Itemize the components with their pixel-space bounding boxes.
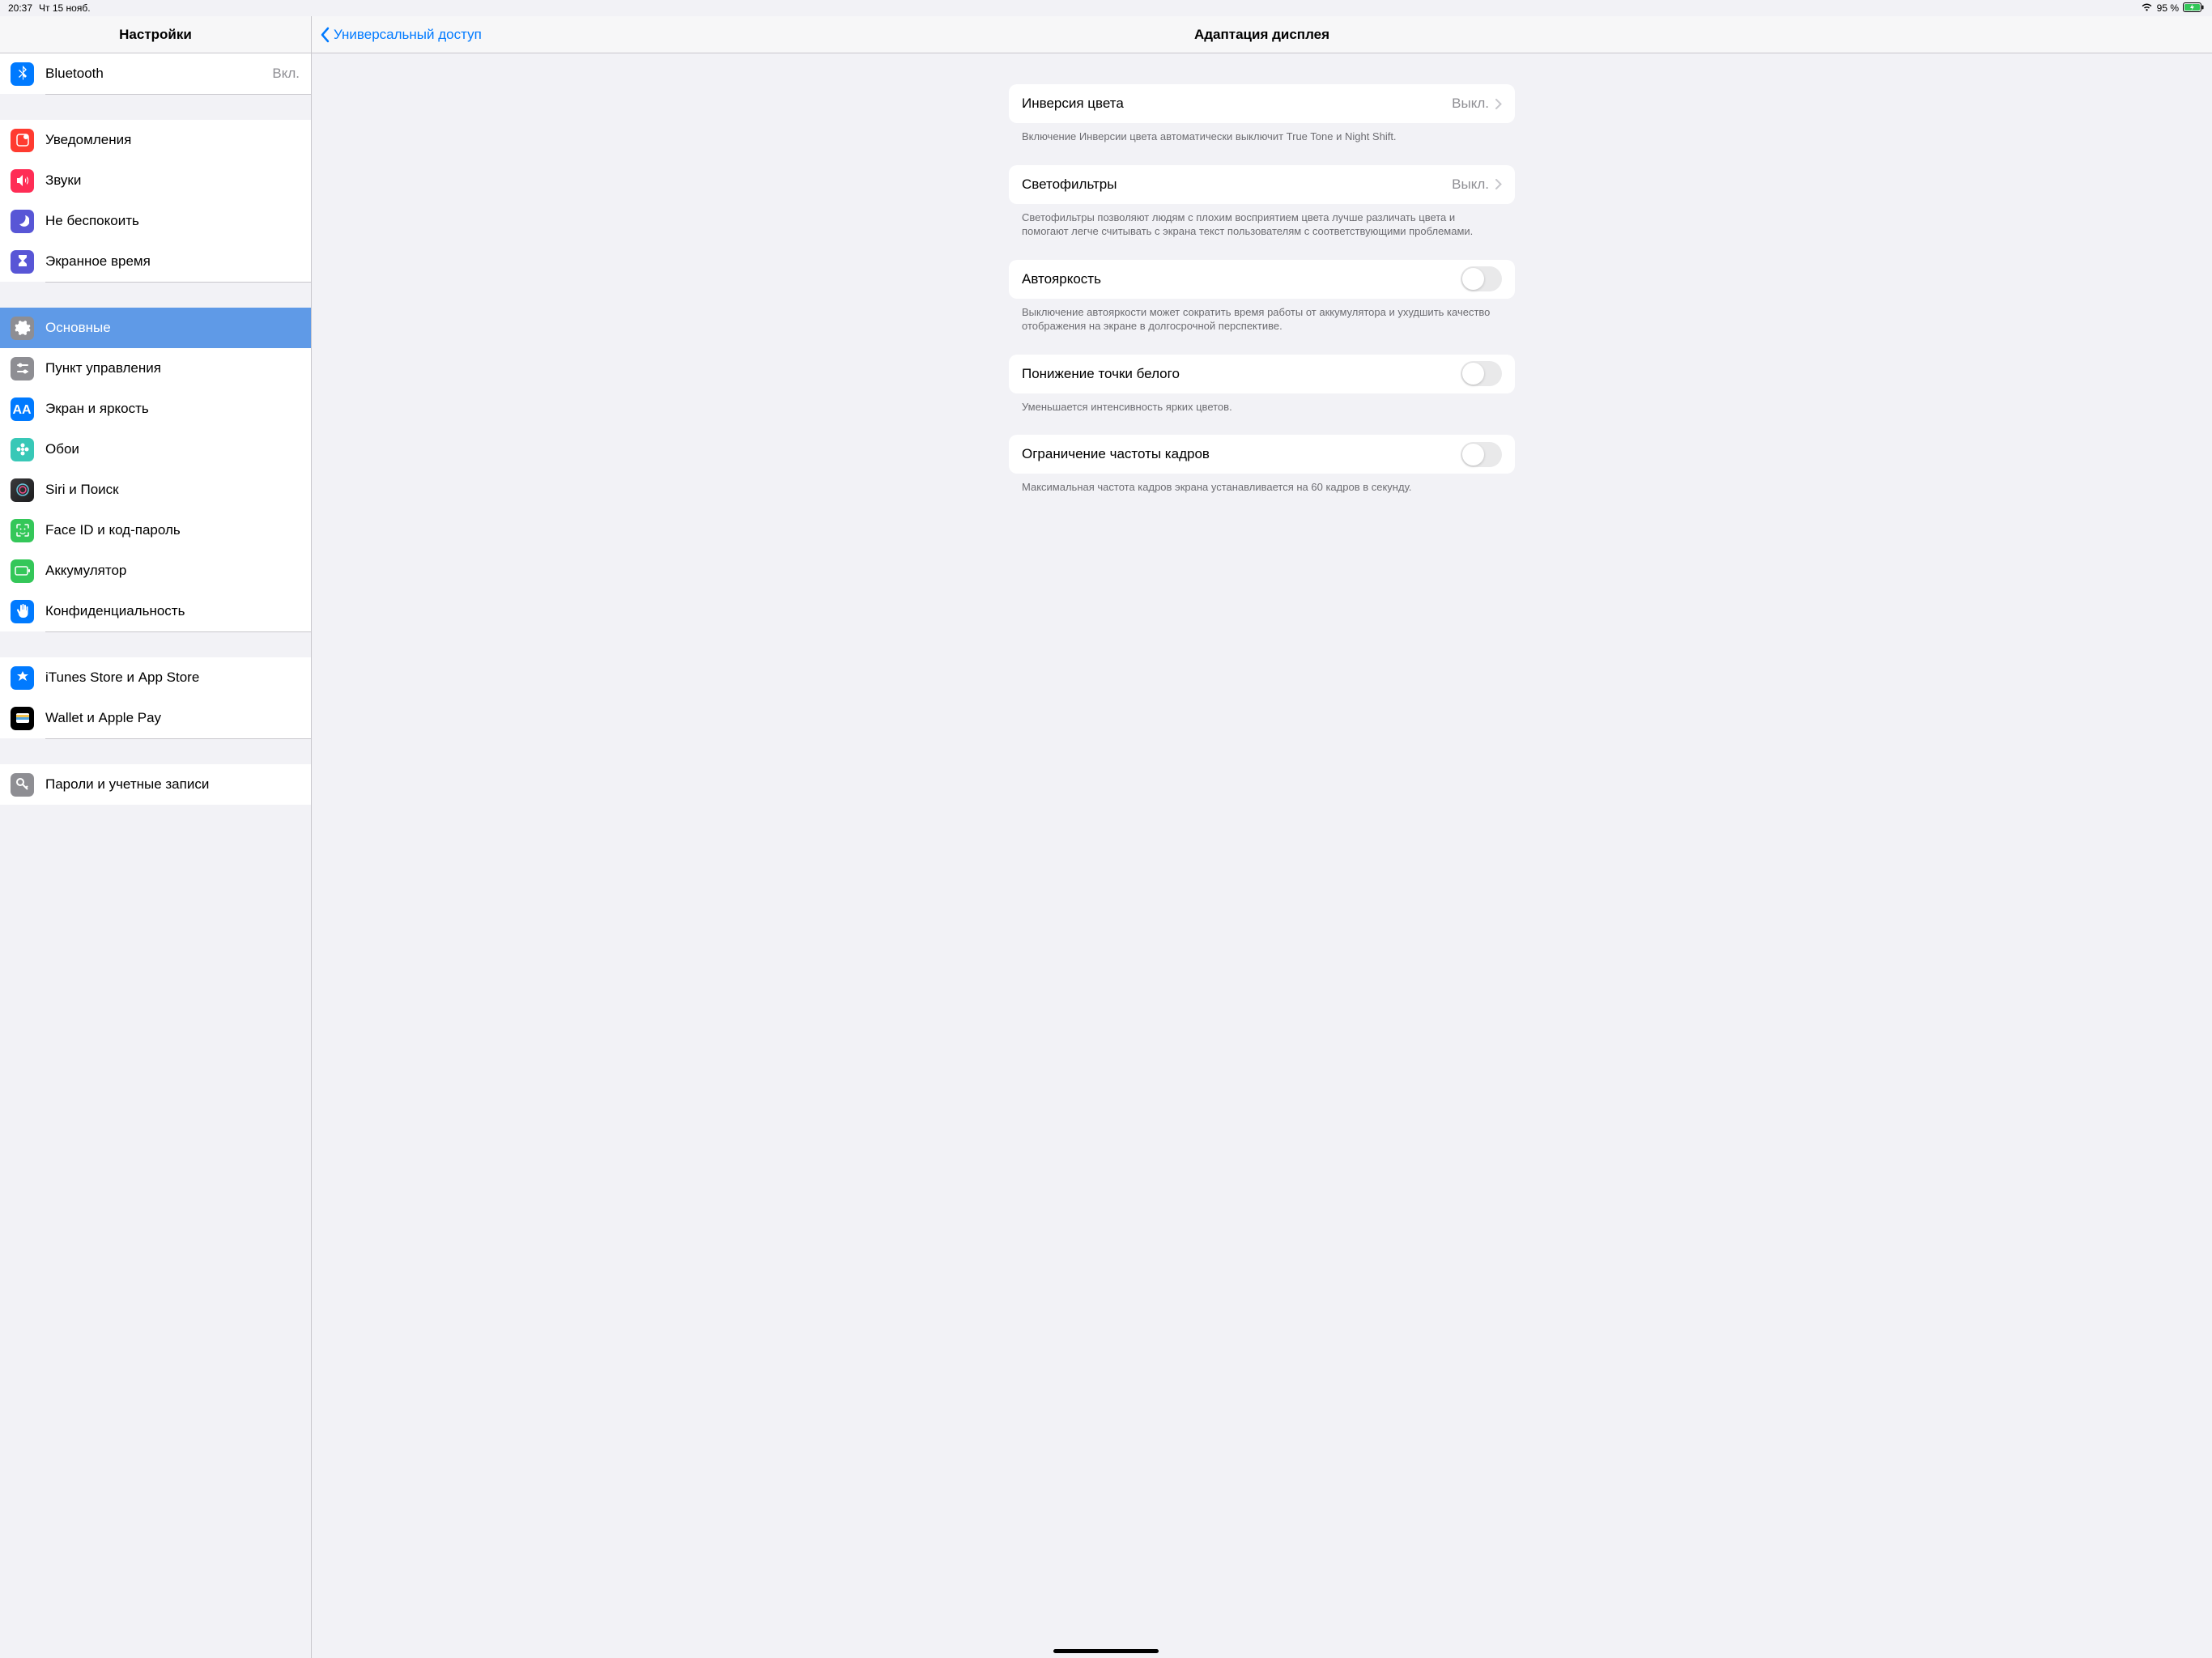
sidebar-item-label: Bluetooth xyxy=(45,66,104,82)
sidebar: Настройки Bluetooth Вкл. Уведомления Звуки Н… xyxy=(0,16,312,1658)
settings-row[interactable]: Автояркость xyxy=(1009,260,1515,299)
sidebar-item[interactable]: Пункт управления xyxy=(0,348,311,389)
chevron-right-icon xyxy=(1495,179,1502,189)
face-icon xyxy=(11,519,34,542)
row-label: Ограничение частоты кадров xyxy=(1022,446,1210,462)
row-footer: Светофильтры позволяют людям с плохим во… xyxy=(1009,204,1515,260)
sidebar-item-value: Вкл. xyxy=(272,66,300,82)
gear-icon xyxy=(11,317,34,340)
status-time: 20:37 xyxy=(8,2,32,14)
sidebar-item[interactable]: Основные xyxy=(0,308,311,348)
row-label: Понижение точки белого xyxy=(1022,366,1180,382)
sidebar-item-label: Основные xyxy=(45,320,111,336)
sidebar-list[interactable]: Bluetooth Вкл. Уведомления Звуки Не беспокои… xyxy=(0,53,311,805)
detail-pane: Универсальный доступ Адаптация дисплея И… xyxy=(312,16,2212,1658)
row-footer: Включение Инверсии цвета автоматически в… xyxy=(1009,123,1515,165)
settings-row[interactable]: Ограничение частоты кадров xyxy=(1009,435,1515,474)
back-button[interactable]: Универсальный доступ xyxy=(320,27,482,43)
chevron-right-icon xyxy=(1495,99,1502,109)
toggle-switch[interactable] xyxy=(1461,442,1502,467)
sidebar-item-label: Пароли и учетные записи xyxy=(45,776,209,793)
settings-row[interactable]: Светофильтры Выкл. xyxy=(1009,165,1515,204)
sidebar-item-label: Экранное время xyxy=(45,253,151,270)
sidebar-item-label: Уведомления xyxy=(45,132,131,148)
notif-icon xyxy=(11,129,34,152)
status-bar: 20:37 Чт 15 нояб. 95 % xyxy=(0,0,2212,16)
sidebar-item[interactable]: Пароли и учетные записи xyxy=(0,764,311,805)
sidebar-item[interactable]: Wallet и Apple Pay xyxy=(0,698,311,738)
status-battery-pct: 95 % xyxy=(2157,2,2179,14)
row-value: Выкл. xyxy=(1452,96,1489,112)
sidebar-item-label: Аккумулятор xyxy=(45,563,126,579)
moon-icon xyxy=(11,210,34,233)
detail-title: Адаптация дисплея xyxy=(312,27,2212,43)
sidebar-header: Настройки xyxy=(0,16,311,53)
svg-text:AA: AA xyxy=(12,403,32,417)
sidebar-item-label: iTunes Store и App Store xyxy=(45,670,199,686)
toggle-switch[interactable] xyxy=(1461,266,1502,291)
sidebar-item-label: Обои xyxy=(45,441,79,457)
siri-icon xyxy=(11,478,34,502)
flower-icon xyxy=(11,438,34,461)
row-footer: Уменьшается интенсивность ярких цветов. xyxy=(1009,393,1515,436)
hand-icon xyxy=(11,600,34,623)
hourglass-icon xyxy=(11,250,34,274)
sidebar-item[interactable]: Face ID и код-пароль xyxy=(0,510,311,551)
sidebar-item-label: Звуки xyxy=(45,172,81,189)
sidebar-item[interactable]: Bluetooth Вкл. xyxy=(0,53,311,94)
detail-header: Универсальный доступ Адаптация дисплея xyxy=(312,16,2212,53)
toggle-switch[interactable] xyxy=(1461,361,1502,386)
sidebar-item[interactable]: Уведомления xyxy=(0,120,311,160)
cc-icon xyxy=(11,357,34,380)
row-label: Автояркость xyxy=(1022,271,1101,287)
home-indicator xyxy=(1053,1649,1159,1653)
sidebar-item[interactable]: Конфиденциальность xyxy=(0,591,311,631)
back-label: Универсальный доступ xyxy=(334,27,482,43)
sidebar-item-label: Конфиденциальность xyxy=(45,603,185,619)
settings-row[interactable]: Инверсия цвета Выкл. xyxy=(1009,84,1515,123)
sidebar-item-label: Экран и яркость xyxy=(45,401,149,417)
bluetooth-icon xyxy=(11,62,34,86)
sidebar-item[interactable]: Аккумулятор xyxy=(0,551,311,591)
battery-icon xyxy=(2183,2,2204,15)
wallet-icon xyxy=(11,707,34,730)
store-icon xyxy=(11,666,34,690)
sidebar-title: Настройки xyxy=(119,27,192,43)
row-label: Светофильтры xyxy=(1022,176,1117,193)
sidebar-item-label: Siri и Поиск xyxy=(45,482,119,498)
sidebar-item[interactable]: Обои xyxy=(0,429,311,470)
settings-row[interactable]: Понижение точки белого xyxy=(1009,355,1515,393)
sidebar-item[interactable]: AA Экран и яркость xyxy=(0,389,311,429)
sidebar-item-label: Wallet и Apple Pay xyxy=(45,710,161,726)
row-value: Выкл. xyxy=(1452,176,1489,193)
sidebar-item[interactable]: iTunes Store и App Store xyxy=(0,657,311,698)
row-footer: Выключение автояркости может сократить в… xyxy=(1009,299,1515,355)
key-icon xyxy=(11,773,34,797)
aa-icon: AA xyxy=(11,397,34,421)
sidebar-item-label: Пункт управления xyxy=(45,360,161,376)
sound-icon xyxy=(11,169,34,193)
sidebar-item[interactable]: Экранное время xyxy=(0,241,311,282)
batt-icon xyxy=(11,559,34,583)
sidebar-item[interactable]: Звуки xyxy=(0,160,311,201)
row-label: Инверсия цвета xyxy=(1022,96,1124,112)
row-footer: Максимальная частота кадров экрана устан… xyxy=(1009,474,1515,516)
wifi-icon xyxy=(2141,2,2153,14)
sidebar-item[interactable]: Не беспокоить xyxy=(0,201,311,241)
status-date: Чт 15 нояб. xyxy=(39,2,91,14)
sidebar-item-label: Не беспокоить xyxy=(45,213,139,229)
sidebar-item-label: Face ID и код-пароль xyxy=(45,522,181,538)
sidebar-item[interactable]: Siri и Поиск xyxy=(0,470,311,510)
detail-body[interactable]: Инверсия цвета Выкл. Включение Инверсии цв… xyxy=(312,53,2212,516)
